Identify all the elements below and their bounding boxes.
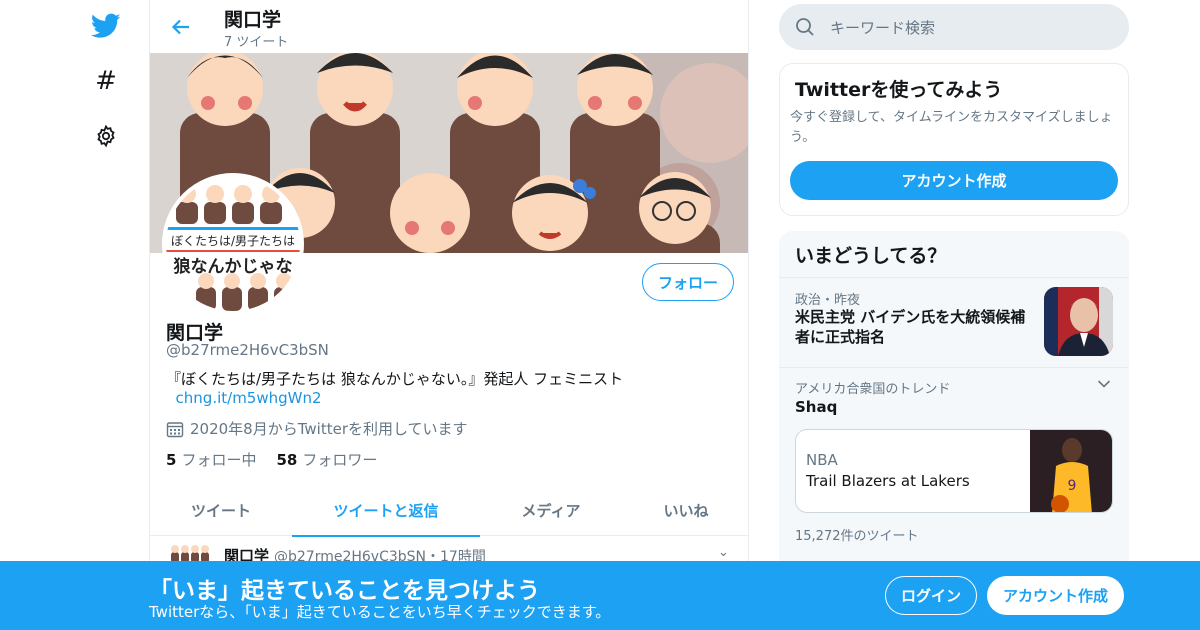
tab-media[interactable]: メディア <box>480 484 622 536</box>
joined-date: 2020年8月からTwitterを利用しています <box>166 418 468 439</box>
profile-bio: 『ぼくたちは/男子たちは 狼なんかじゃない。』発起人 フェミニスト chng.i… <box>166 370 626 408</box>
svg-text:9: 9 <box>1068 478 1077 494</box>
trend-meta: アメリカ合衆国のトレンド <box>795 382 951 397</box>
avatar-text-line1: ぼくたちは/男子たちは <box>171 234 295 248</box>
login-button[interactable]: ログイン <box>885 576 977 615</box>
joined-text: 2020年8月からTwitterを利用しています <box>190 420 468 438</box>
tab-tweets-and-replies[interactable]: ツイートと返信 <box>292 484 480 537</box>
signup-card-title: Twitterを使ってみよう <box>795 79 1003 101</box>
twitter-profile-page: # 関口学 7 ツイート ぼくたちは/男子たちは 狼なんかじゃな フォロー 関口… <box>0 0 1200 630</box>
create-account-button[interactable]: アカウント作成 <box>790 161 1118 200</box>
follow-button[interactable]: フォロー <box>642 263 734 301</box>
signup-button[interactable]: アカウント作成 <box>987 576 1124 615</box>
news-item[interactable]: 政治・昨夜 米民主党 バイデン氏を大統領候補者に正式指名 <box>779 277 1129 367</box>
divider <box>779 367 1129 368</box>
profile-header-bar: 関口学 7 ツイート <box>150 0 748 53</box>
bio-link[interactable]: chng.it/m5whgWn2 <box>176 389 322 407</box>
profile-tabs: ツイート ツイートと返信 メディア いいね <box>150 484 748 537</box>
followers-label: フォロワー <box>302 451 378 469</box>
tweet-count: 7 ツイート <box>224 35 289 50</box>
signup-prompt-bar: 「いま」起きていることを見つけよう Twitterなら、「いま」起きていることを… <box>0 561 1200 630</box>
bio-text: 『ぼくたちは/男子たちは 狼なんかじゃない。』発起人 フェミニスト <box>166 370 624 388</box>
search-input[interactable]: キーワード検索 <box>830 17 935 38</box>
tweet-avatar[interactable] <box>170 543 210 563</box>
trend-event-card[interactable]: NBA Trail Blazers at Lakers 9 <box>795 429 1113 513</box>
followers-count: 58 <box>276 451 298 469</box>
following-label: フォロー中 <box>181 451 257 469</box>
profile-handle: @b27rme2H6vC3bSN <box>166 341 329 359</box>
search-icon <box>795 17 815 37</box>
signup-card-description: 今すぐ登録して、タイムラインをカスタマイズしましょう。 <box>790 110 1113 145</box>
tab-tweets[interactable]: ツイート <box>150 484 292 536</box>
gear-icon[interactable] <box>88 118 124 154</box>
signup-card: Twitterを使ってみよう 今すぐ登録して、タイムラインをカスタマイズしましょ… <box>779 63 1129 216</box>
trend-name: Shaq <box>795 398 838 416</box>
profile-column: 関口学 7 ツイート ぼくたちは/男子たちは 狼なんかじゃな フォロー 関口学 … <box>149 0 749 630</box>
tab-likes[interactable]: いいね <box>622 484 748 536</box>
chevron-down-icon[interactable] <box>1097 378 1111 393</box>
following-count: 5 <box>166 451 177 469</box>
twitter-bird-icon[interactable] <box>88 8 124 44</box>
header-title: 関口学 <box>224 9 282 31</box>
event-thumbnail: 9 <box>1030 430 1112 512</box>
back-arrow-icon[interactable] <box>166 12 196 42</box>
following-link[interactable]: 5 フォロー中 <box>166 449 256 470</box>
hashtag-icon[interactable]: # <box>88 63 124 99</box>
followers-link[interactable]: 58 フォロワー <box>276 449 377 470</box>
news-meta: 政治・昨夜 <box>795 293 861 308</box>
calendar-icon <box>166 420 184 438</box>
news-thumbnail <box>1044 287 1113 356</box>
trend-tweet-count: 15,272件のツイート <box>795 529 919 544</box>
event-category: NBA <box>806 451 838 469</box>
news-headline: 米民主党 バイデン氏を大統領候補者に正式指名 <box>795 308 1026 346</box>
whats-happening-title: いまどうしてる？ <box>795 245 947 267</box>
prompt-title: 「いま」起きていることを見つけよう <box>149 578 540 604</box>
event-title: Trail Blazers at Lakers <box>806 472 970 490</box>
follow-stats: 5 フォロー中 58 フォロワー <box>166 449 397 470</box>
profile-avatar[interactable]: ぼくたちは/男子たちは 狼なんかじゃな <box>162 173 304 315</box>
chevron-down-icon[interactable]: ⌄ <box>718 545 729 560</box>
prompt-subtitle: Twitterなら、「いま」起きていることをいち早くチェックできます。 <box>149 603 611 621</box>
search-box[interactable]: キーワード検索 <box>779 4 1129 50</box>
